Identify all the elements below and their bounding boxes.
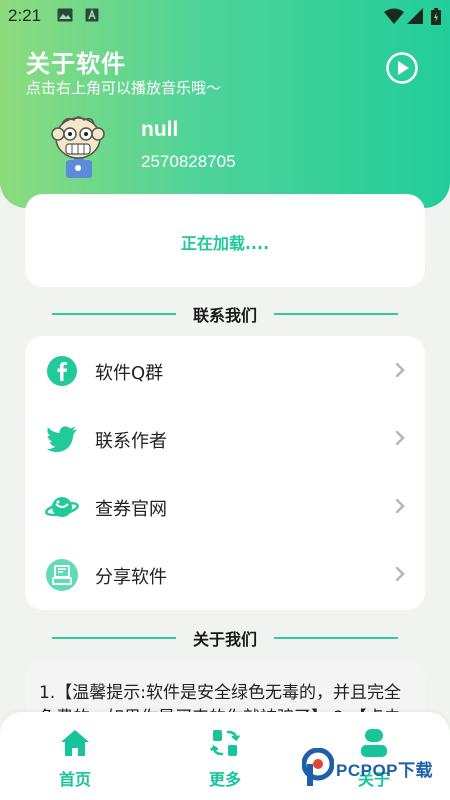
user-name: null [141,118,179,141]
nav-more[interactable]: 更多 [165,712,285,800]
menu-item-qq-group[interactable]: 软件Q群 [25,336,425,404]
image-icon [57,8,73,22]
battery-icon [431,8,441,25]
menu-item-share-app[interactable]: 分享软件 [25,540,425,608]
loading-text: 正在加载.... [180,234,270,253]
share-icon [46,559,78,591]
pcpop-logo-icon [301,747,335,786]
home-icon [61,730,89,756]
menu-item-contact-author[interactable]: 联系作者 [25,404,425,472]
divider-line [274,637,398,639]
avatar [51,116,105,178]
chevron-right-icon [395,363,405,377]
contact-section-header: 联系我们 [0,302,450,326]
menu-item-label: 软件Q群 [95,363,164,384]
menu-item-label: 联系作者 [95,431,167,452]
watermark-logo: PCPOP下载 [301,747,447,788]
chevron-right-icon [395,567,405,581]
contact-menu: 软件Q群 联系作者 查券官网 分享软件 [25,336,425,610]
nav-home[interactable]: 首页 [15,712,135,800]
about-section-header: 关于我们 [0,626,450,650]
nav-more-label: 更多 [208,770,241,789]
status-bar: 2:21 [0,0,450,32]
facebook-icon [47,356,77,386]
divider-line [274,313,398,315]
chevron-right-icon [395,499,405,513]
page-subtitle: 点击右上角可以播放音乐哦～ [26,79,222,97]
menu-item-coupon-site[interactable]: 查券官网 [25,472,425,540]
planet-icon [45,497,79,517]
page-title: 关于软件 [26,50,126,78]
nav-home-label: 首页 [58,770,91,789]
watermark-text: PCPOP下载 [336,761,434,780]
signal-icon [407,8,423,24]
loading-card: 正在加载.... [25,194,425,287]
menu-item-label: 查券官网 [95,499,167,520]
wifi-icon [384,8,404,24]
status-time: 2:21 [8,6,42,25]
menu-item-label: 分享软件 [95,567,167,588]
chevron-right-icon [395,431,405,445]
a-icon [85,8,99,22]
user-id: 2570828705 [141,152,236,171]
play-icon[interactable] [386,52,418,84]
refresh-grid-icon [210,730,240,756]
twitter-icon [46,426,77,453]
